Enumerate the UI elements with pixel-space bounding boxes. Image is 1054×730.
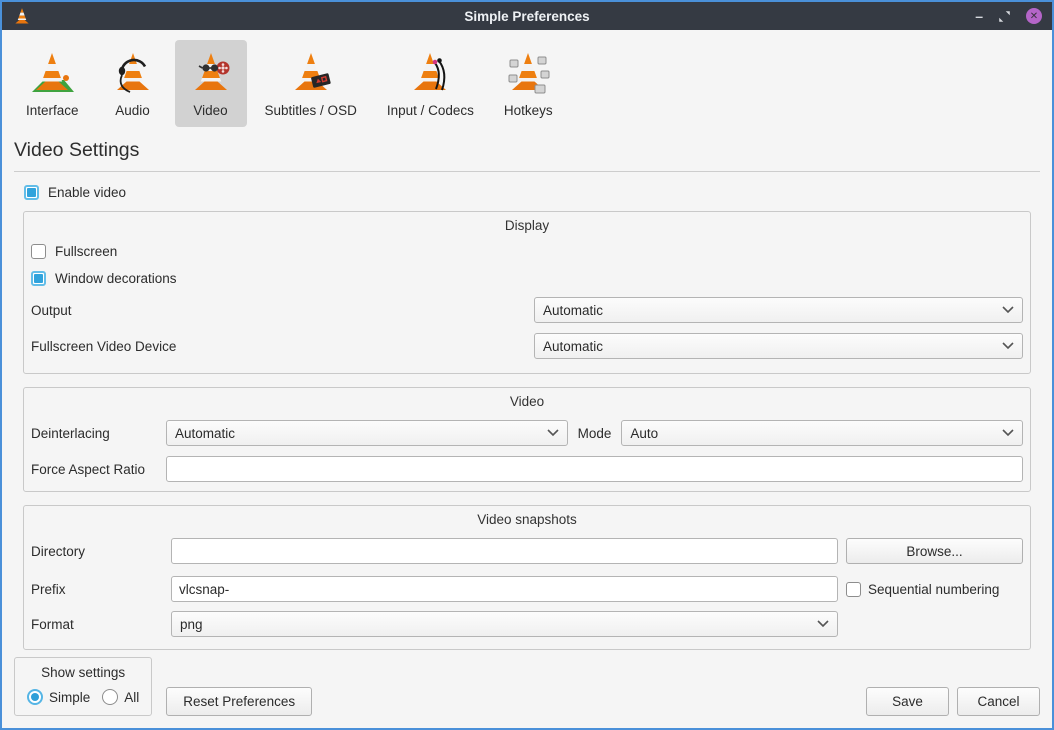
heading-divider [14, 171, 1040, 172]
directory-row: Directory Browse... [31, 532, 1023, 570]
tab-interface[interactable]: Interface [14, 40, 91, 127]
tab-label: Video [193, 103, 227, 118]
tab-audio[interactable]: Audio [97, 40, 169, 127]
window-controls: – ✕ [975, 8, 1042, 24]
sequential-numbering-label: Sequential numbering [868, 582, 999, 597]
fullscreen-label: Fullscreen [55, 244, 117, 259]
output-select[interactable]: Automatic [534, 297, 1023, 323]
window-decorations-row: Window decorations [31, 265, 1023, 292]
minimize-button[interactable]: – [975, 11, 983, 21]
directory-input[interactable] [171, 538, 838, 564]
titlebar: Simple Preferences – ✕ [2, 2, 1052, 30]
format-select[interactable]: png [171, 611, 838, 637]
output-row: Output Automatic [31, 292, 1023, 328]
tab-label: Input / Codecs [387, 103, 474, 118]
tab-video[interactable]: Video [175, 40, 247, 127]
chevron-down-icon [817, 620, 829, 628]
page-title: Video Settings [14, 139, 1040, 162]
restore-icon [998, 10, 1011, 23]
deinterlacing-row: Deinterlacing Automatic Mode Auto [31, 420, 1023, 446]
tab-input-codecs[interactable]: Input / Codecs [375, 40, 486, 127]
tab-label: Audio [115, 103, 150, 118]
all-radio-label: All [124, 690, 139, 705]
show-settings-title: Show settings [41, 665, 125, 680]
display-group: Display Fullscreen Window decorations Ou… [23, 211, 1031, 374]
display-group-title: Display [24, 212, 1030, 236]
sequential-numbering-row: Sequential numbering [846, 582, 1023, 597]
subtitles-icon [287, 48, 335, 96]
preferences-toolbar: Interface Audio [2, 30, 1052, 127]
simple-radio-label: Simple [49, 690, 90, 705]
tab-hotkeys[interactable]: Hotkeys [492, 40, 565, 127]
enable-video-checkbox[interactable] [24, 185, 39, 200]
video-group: Video Deinterlacing Automatic Mode Auto … [23, 387, 1031, 492]
radio-all[interactable]: All [102, 689, 139, 705]
preferences-window: Simple Preferences – ✕ Interface [0, 0, 1054, 730]
fullscreen-video-device-row: Fullscreen Video Device Automatic [31, 328, 1023, 364]
reset-preferences-button[interactable]: Reset Preferences [166, 687, 312, 716]
sequential-numbering-checkbox[interactable] [846, 582, 861, 597]
output-label: Output [31, 303, 534, 318]
fullscreen-checkbox[interactable] [31, 244, 46, 259]
tab-label: Subtitles / OSD [265, 103, 357, 118]
radio-simple[interactable]: Simple [27, 689, 90, 705]
interface-icon [28, 48, 76, 96]
force-aspect-ratio-row: Force Aspect Ratio [31, 456, 1023, 482]
tab-label: Hotkeys [504, 103, 553, 118]
fullscreen-row: Fullscreen [31, 238, 1023, 265]
save-button[interactable]: Save [866, 687, 949, 716]
format-row: Format png [31, 608, 1023, 640]
mode-label: Mode [578, 426, 612, 441]
restore-button[interactable] [998, 10, 1011, 23]
tab-label: Interface [26, 103, 79, 118]
hotkeys-icon [504, 48, 552, 96]
force-aspect-ratio-label: Force Aspect Ratio [31, 462, 166, 477]
audio-icon [109, 48, 157, 96]
browse-button[interactable]: Browse... [846, 538, 1023, 564]
window-title: Simple Preferences [2, 9, 1052, 24]
video-icon [187, 48, 235, 96]
vlc-app-icon [12, 5, 32, 27]
enable-video-row: Enable video [24, 185, 1052, 200]
chevron-down-icon [1002, 342, 1014, 350]
deinterlace-mode-select[interactable]: Auto [621, 420, 1023, 446]
prefix-label: Prefix [31, 582, 163, 597]
cancel-button[interactable]: Cancel [957, 687, 1040, 716]
fullscreen-video-device-select[interactable]: Automatic [534, 333, 1023, 359]
show-settings-group: Show settings Simple All [14, 657, 152, 716]
enable-video-label: Enable video [48, 185, 126, 200]
deinterlacing-select[interactable]: Automatic [166, 420, 568, 446]
input-codecs-icon [406, 48, 454, 96]
chevron-down-icon [1002, 429, 1014, 437]
window-decorations-label: Window decorations [55, 271, 177, 286]
simple-radio-button[interactable] [27, 689, 43, 705]
snapshots-group: Video snapshots Directory Browse... Pref… [23, 505, 1031, 650]
window-decorations-checkbox[interactable] [31, 271, 46, 286]
prefix-row: Prefix Sequential numbering [31, 570, 1023, 608]
tab-subtitles-osd[interactable]: Subtitles / OSD [253, 40, 369, 127]
format-label: Format [31, 617, 163, 632]
deinterlacing-label: Deinterlacing [31, 426, 166, 441]
footer: Show settings Simple All Reset Preferenc… [2, 657, 1052, 728]
force-aspect-ratio-input[interactable] [166, 456, 1023, 482]
close-button[interactable]: ✕ [1026, 8, 1042, 24]
directory-label: Directory [31, 544, 163, 559]
snapshots-group-title: Video snapshots [24, 506, 1030, 530]
prefix-input[interactable] [171, 576, 838, 602]
chevron-down-icon [1002, 306, 1014, 314]
fullscreen-video-device-label: Fullscreen Video Device [31, 339, 534, 354]
chevron-down-icon [547, 429, 559, 437]
all-radio-button[interactable] [102, 689, 118, 705]
video-group-title: Video [24, 388, 1030, 412]
